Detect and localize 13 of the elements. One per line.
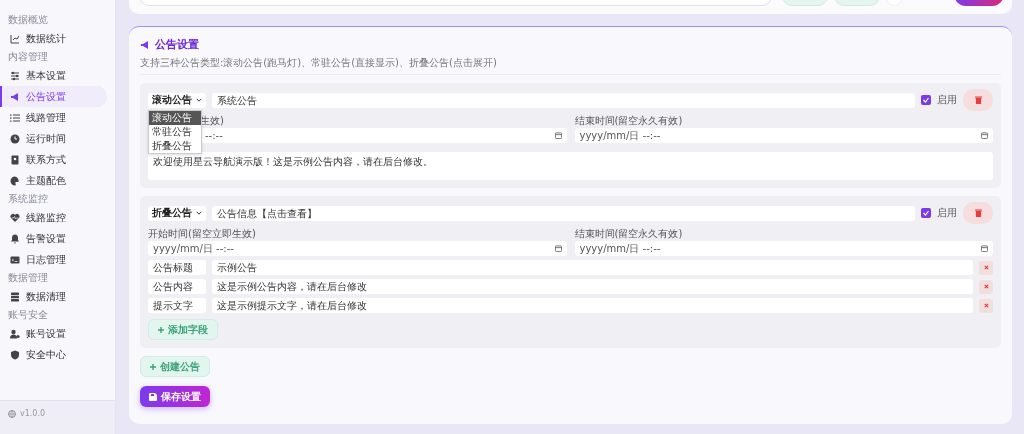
card-title: 公告设置: [155, 37, 199, 52]
card-subtitle: 支持三种公告类型:滚动公告(跑马灯)、常驻公告(直接显示)、折叠公告(点击展开): [140, 56, 498, 70]
section-heading: 数据管理: [7, 271, 49, 285]
enable-label: 启用: [937, 206, 957, 220]
section-heading: 系统监控: [7, 192, 49, 206]
section-heading: 数据概览: [7, 13, 49, 27]
section-heading: 内容管理: [7, 50, 49, 64]
section-heading: 账号安全: [7, 308, 49, 322]
field-label: 开始时间(留空立即生效): [148, 228, 257, 240]
field-label: 结束时间(留空永久有效): [574, 115, 684, 127]
enable-label: 启用: [937, 93, 957, 107]
field-label: 结束时间(留空永久有效): [574, 228, 684, 240]
version-label: v1.0.0: [20, 409, 46, 418]
